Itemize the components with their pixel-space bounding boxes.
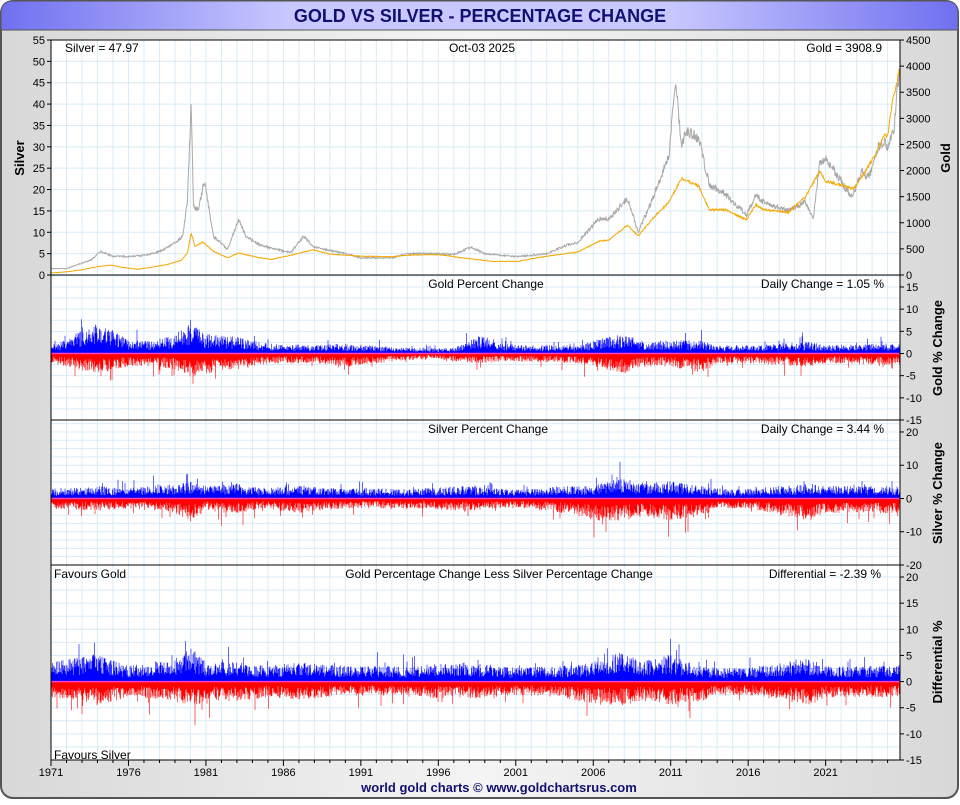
- silver_pct-tick-label: -20: [906, 560, 922, 572]
- gold_pct-tick-label: -10: [906, 393, 922, 405]
- year-tick-label: 1991: [349, 767, 373, 779]
- gold_pct-tick-label: -15: [906, 415, 922, 427]
- gold-value-label: Gold = 3908.9: [806, 41, 882, 55]
- silver-pct-title: Silver Percent Change: [428, 422, 548, 436]
- silver_pct-tick-label: 10: [906, 460, 918, 472]
- silver-tick-label: 50: [33, 56, 45, 68]
- silver-tick-label: 35: [33, 120, 45, 132]
- differential-tick-label: 5: [906, 650, 912, 662]
- silver_pct-tick-label: 20: [906, 427, 918, 439]
- gold-tick-label: 500: [906, 244, 924, 256]
- differential-tick-label: 10: [906, 624, 918, 636]
- year-tick-label: 1996: [426, 767, 450, 779]
- silver-tick-label: 25: [33, 163, 45, 175]
- year-tick-label: 1981: [194, 767, 218, 779]
- gold-tick-label: 4000: [906, 61, 930, 73]
- gold-axis-title: Gold: [938, 143, 953, 173]
- silver-daily-change: Daily Change = 3.44 %: [761, 422, 884, 436]
- year-tick-label: 2006: [581, 767, 605, 779]
- gold_pct-tick-label: 5: [906, 326, 912, 338]
- gold-daily-change: Daily Change = 1.05 %: [761, 277, 884, 291]
- silver-tick-label: 40: [33, 99, 45, 111]
- gold-tick-label: 2500: [906, 139, 930, 151]
- silver-axis-title: Silver: [12, 140, 27, 175]
- differential-value: Differential = -2.39 %: [769, 567, 882, 581]
- gold-tick-label: 3000: [906, 113, 930, 125]
- gold-pct-title: Gold Percent Change: [428, 277, 544, 291]
- silver-tick-label: 10: [33, 227, 45, 239]
- differential-tick-label: 20: [906, 572, 918, 584]
- differential-tick-label: 0: [906, 677, 912, 689]
- year-tick-label: 1986: [271, 767, 295, 779]
- silver-tick-label: 55: [33, 35, 45, 47]
- silver-tick-label: 15: [33, 206, 45, 218]
- gold-pct-axis-title: Gold % Change: [930, 300, 945, 396]
- gold-tick-label: 3500: [906, 87, 930, 99]
- favours-gold-label: Favours Gold: [54, 567, 126, 581]
- date-label: Oct-03 2025: [449, 41, 515, 55]
- year-tick-label: 2011: [659, 767, 683, 779]
- gold-tick-label: 0: [906, 270, 912, 282]
- differential-title: Gold Percentage Change Less Silver Perce…: [345, 567, 653, 581]
- silver_pct-tick-label: 0: [906, 493, 912, 505]
- gold-vs-silver-chart: GOLD VS SILVER - PERCENTAGE CHANGE 0 5 10 1…: [0, 0, 959, 799]
- silver-tick-label: 0: [39, 270, 45, 282]
- silver-tick-label: 45: [33, 78, 45, 90]
- silver-tick-label: 30: [33, 142, 45, 154]
- gold_pct-tick-label: 15: [906, 282, 918, 294]
- favours-silver-label: Favours Silver: [54, 748, 131, 762]
- gold-tick-label: 4500: [906, 35, 930, 47]
- footer-credit[interactable]: world gold charts © www.goldchartsrus.co…: [360, 780, 637, 795]
- differential-tick-label: -15: [906, 755, 922, 767]
- gold_pct-tick-label: 0: [906, 348, 912, 360]
- silver-tick-label: 5: [39, 249, 45, 261]
- differential-tick-label: -10: [906, 729, 922, 741]
- plot-area: [51, 40, 900, 760]
- differential-tick-label: 15: [906, 598, 918, 610]
- silver_pct-tick-label: -10: [906, 527, 922, 539]
- silver-pct-axis-title: Silver % Change: [930, 442, 945, 544]
- differential-axis-title: Differential %: [930, 620, 945, 704]
- gold_pct-tick-label: -5: [906, 371, 916, 383]
- year-tick-label: 2001: [504, 767, 528, 779]
- gold-tick-label: 1500: [906, 192, 930, 204]
- silver-value-label: Silver = 47.97: [65, 41, 139, 55]
- gold-tick-label: 2000: [906, 166, 930, 178]
- year-tick-label: 2021: [813, 767, 837, 779]
- silver-tick-label: 20: [33, 185, 45, 197]
- differential-tick-label: -5: [906, 703, 916, 715]
- gold_pct-tick-label: 10: [906, 304, 918, 316]
- year-tick-label: 1976: [116, 767, 140, 779]
- year-tick-label: 2016: [736, 767, 760, 779]
- gold-tick-label: 1000: [906, 218, 930, 230]
- chart-title: GOLD VS SILVER - PERCENTAGE CHANGE: [294, 6, 666, 26]
- year-tick-label: 1971: [39, 767, 63, 779]
